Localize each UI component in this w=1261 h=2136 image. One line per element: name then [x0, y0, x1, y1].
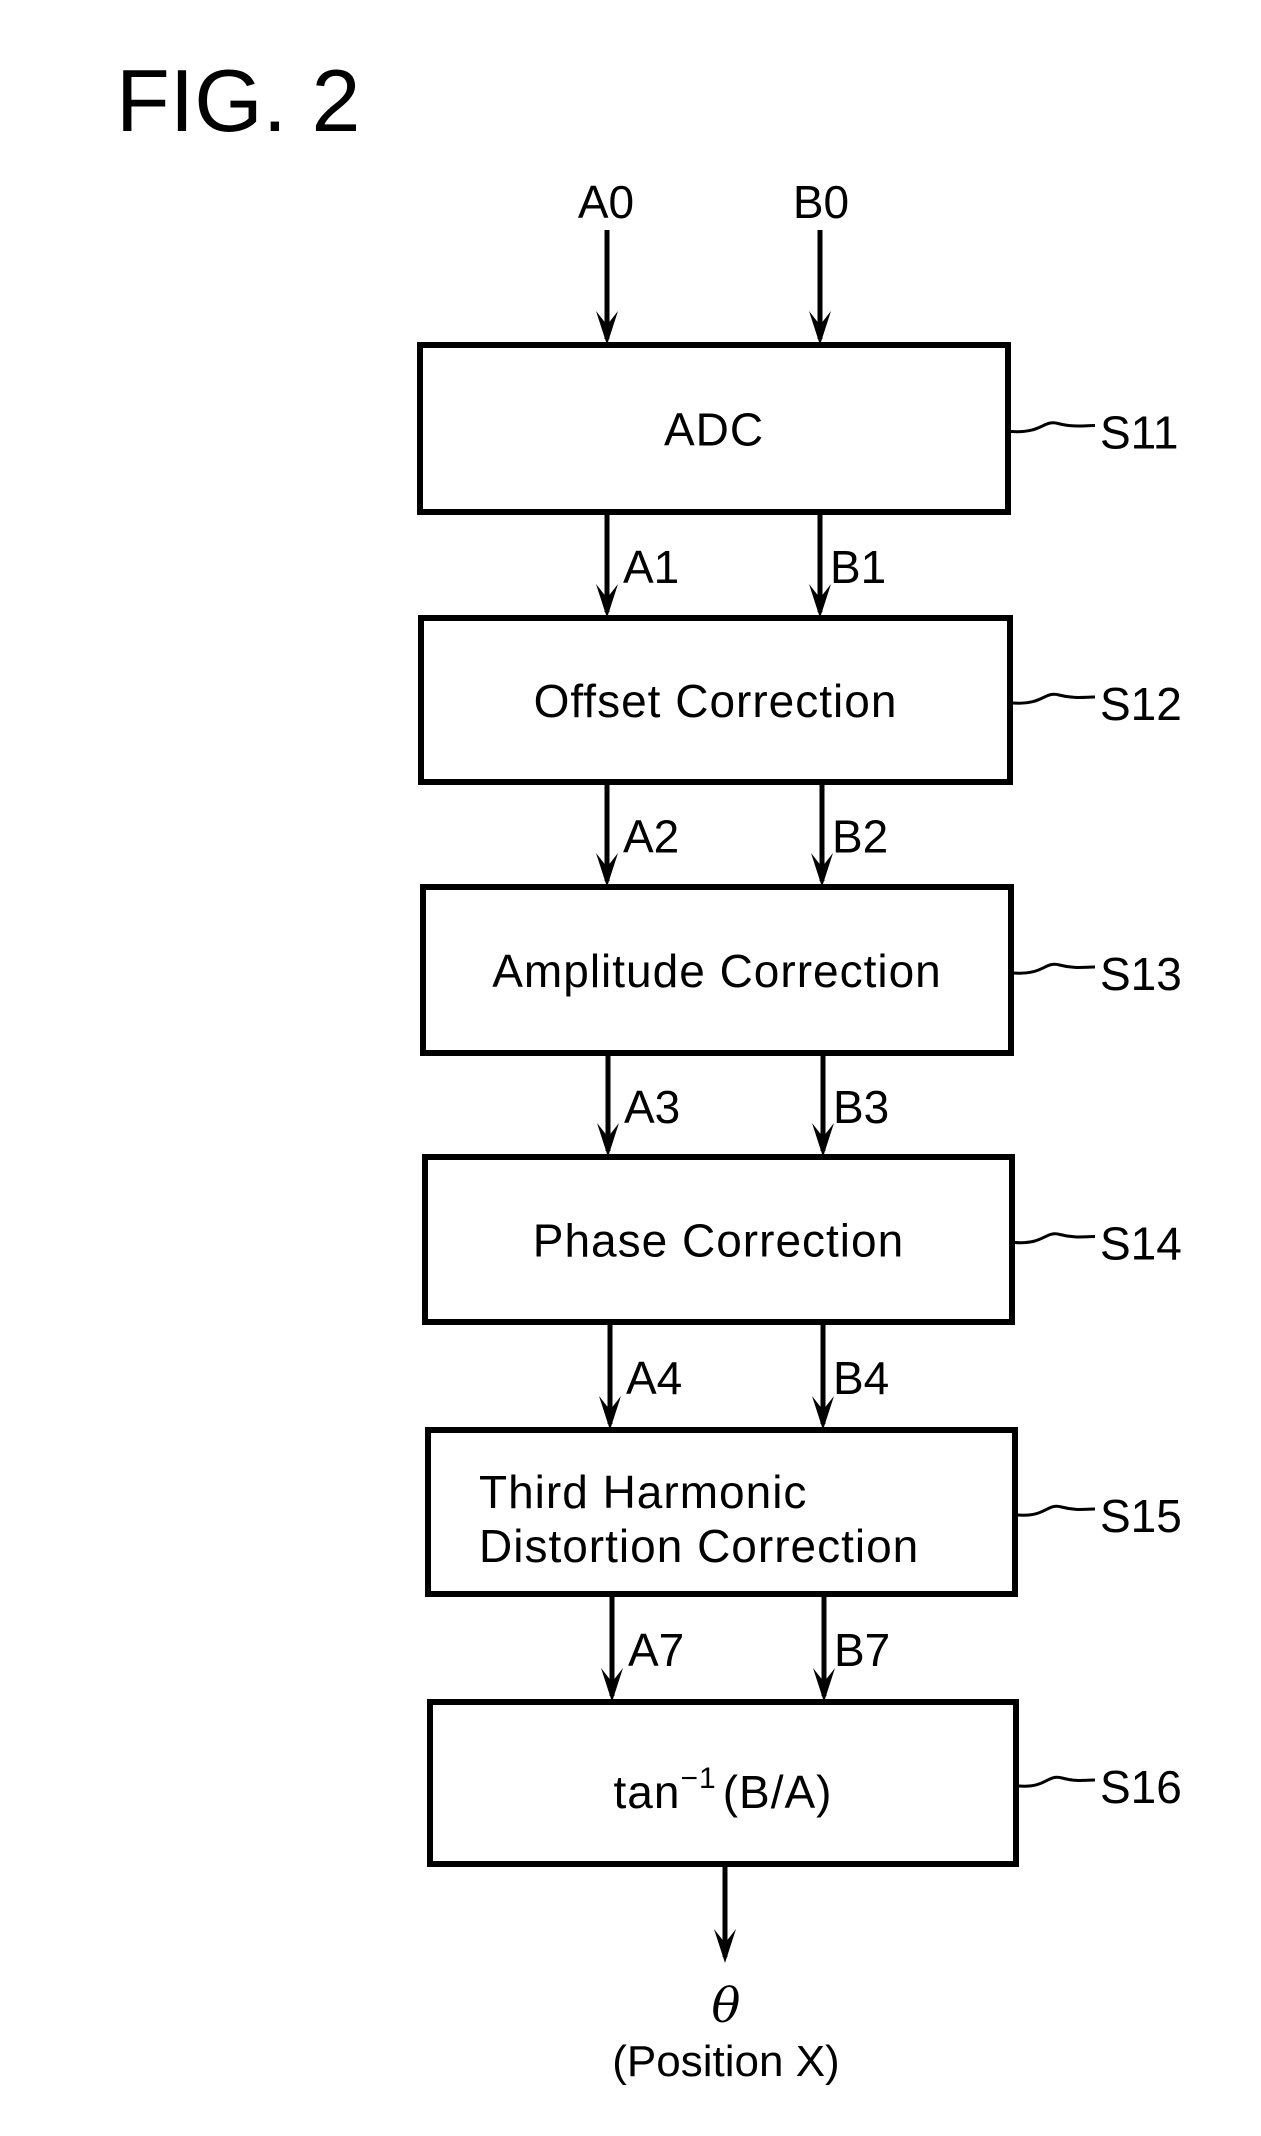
signal-label-b7: B7	[834, 1624, 890, 1676]
formula-exponent: −1	[680, 1762, 716, 1795]
output-symbol-theta: θ	[712, 1978, 741, 2034]
step-leader-s13	[1013, 962, 1096, 975]
signal-label-a4: A4	[626, 1352, 682, 1404]
step-leader-s11	[1010, 421, 1096, 434]
signal-label-b1: B1	[830, 541, 886, 593]
step-leader-s14	[1014, 1232, 1096, 1245]
signal-label-a1: A1	[623, 541, 679, 593]
signal-label-b4: B4	[833, 1352, 889, 1404]
step-label-s15-line2: Distortion Correction	[479, 1520, 919, 1572]
signal-label-a7: A7	[628, 1624, 684, 1676]
step-id-s11: S11	[1100, 407, 1178, 459]
signal-label-b3: B3	[833, 1081, 889, 1133]
step-id-s16: S16	[1100, 1761, 1182, 1813]
step-formula-s16: tan−1 (B/A)	[614, 1762, 833, 1818]
step-id-s15: S15	[1100, 1490, 1182, 1542]
formula-argument: (B/A)	[723, 1766, 833, 1818]
step-label-s12: Offset Correction	[534, 675, 898, 727]
step-leader-s12	[1012, 692, 1096, 705]
signal-label-a2: A2	[623, 811, 679, 863]
signal-label-b2: B2	[832, 811, 888, 863]
input-label-a0: A0	[578, 176, 634, 228]
formula-function: tan	[614, 1766, 681, 1818]
step-label-s14: Phase Correction	[533, 1215, 904, 1267]
step-leader-s16	[1018, 1775, 1096, 1788]
figure-title: FIG. 2	[116, 51, 361, 150]
output-label: (Position X)	[612, 2037, 839, 2086]
flowchart-canvas: FIG. 2 A0 B0 ADC S11 A1 B1 Offset Correction…	[116, 51, 1182, 2086]
step-id-s13: S13	[1100, 948, 1182, 1000]
step-id-s12: S12	[1100, 678, 1182, 730]
signal-label-a3: A3	[624, 1081, 680, 1133]
step-label-s13: Amplitude Correction	[492, 945, 942, 997]
step-leader-s15	[1017, 1504, 1096, 1517]
step-label-s11: ADC	[664, 404, 764, 456]
step-label-s15-line1: Third Harmonic	[479, 1466, 807, 1518]
input-label-b0: B0	[793, 176, 849, 228]
step-id-s14: S14	[1100, 1218, 1182, 1270]
